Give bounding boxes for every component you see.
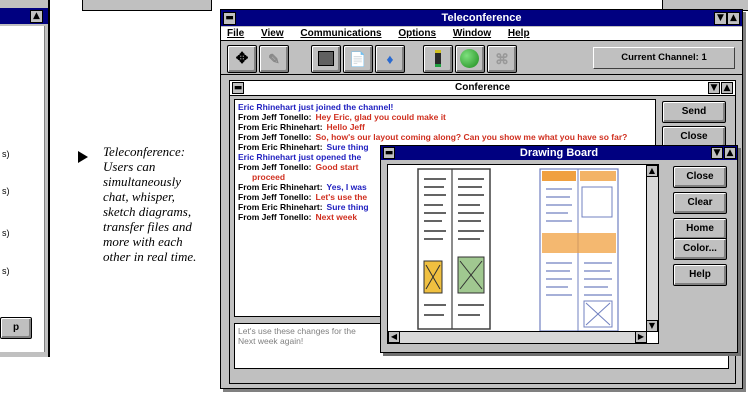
toolbar: ✥ ✎ 📄 ♦ ⌘ Current Channel: 1 — [221, 42, 742, 75]
document-button[interactable]: 📄 — [343, 45, 373, 73]
conference-maximize-icon[interactable]: ▲ — [721, 82, 733, 94]
sketch-drawing — [417, 168, 619, 332]
canvas-scroll-right-icon[interactable]: ▶ — [635, 331, 647, 343]
canvas-vertical-scrollbar[interactable] — [646, 165, 658, 331]
system-menu-icon[interactable]: ▬ — [223, 12, 236, 25]
drawing-board-system-menu-icon[interactable]: ▬ — [383, 147, 395, 159]
menu-options[interactable]: Options — [398, 28, 436, 39]
drawing-board-window: Drawing Board ▬ ▼ ▲ ▲ ▼ ◀ ▶ Close Clear … — [380, 145, 738, 353]
chat-message-text: So, how's our layout coming along? Can y… — [315, 132, 628, 142]
globe-icon — [460, 49, 479, 68]
maximize-icon[interactable]: ▲ — [727, 12, 740, 25]
drawing-help-button[interactable]: Help — [673, 264, 727, 286]
menu-help[interactable]: Help — [508, 28, 530, 39]
chat-message-text: Next week — [315, 212, 358, 222]
current-channel-label: Current Channel: 1 — [621, 52, 707, 63]
teleconference-titlebar[interactable]: Teleconference — [221, 10, 742, 26]
chat-message-text: Good start — [315, 162, 359, 172]
drawing-clear-button[interactable]: Clear — [673, 192, 727, 214]
chat-message-text: proceed — [252, 172, 286, 182]
canvas-horizontal-scrollbar[interactable] — [388, 331, 646, 343]
menu-bar: File View Communications Options Window … — [221, 27, 742, 41]
chat-message: From Jeff Tonello: So, how's our layout c… — [238, 132, 652, 142]
chat-message-sender: From Jeff Tonello: — [238, 132, 312, 142]
left-window-item: s) — [2, 186, 10, 196]
left-window-item: s) — [2, 149, 10, 159]
drawing-board-title: Drawing Board — [519, 147, 599, 159]
chat-message-sender: From Eric Rhinehart: — [238, 142, 323, 152]
chat-message-sender: From Eric Rhinehart: — [238, 202, 323, 212]
conference-minimize-icon[interactable]: ▼ — [708, 82, 720, 94]
canvas-scroll-up-icon[interactable]: ▲ — [646, 165, 658, 177]
drawing-board-titlebar[interactable]: Drawing Board — [381, 146, 737, 160]
left-window-item: s) — [2, 228, 10, 238]
chat-message-sender: From Jeff Tonello: — [238, 212, 312, 222]
left-window: ▲ s) s) s) s) p — [0, 0, 50, 357]
chat-message-text: Sure thing — [326, 202, 369, 212]
canvas-scroll-down-icon[interactable]: ▼ — [646, 320, 658, 332]
menu-view[interactable]: View — [261, 28, 284, 39]
canvas-scroll-left-icon[interactable]: ◀ — [388, 331, 400, 343]
drawing-close-button[interactable]: Close — [673, 166, 727, 188]
move-button[interactable]: ✥ — [227, 45, 257, 73]
conference-system-menu-icon[interactable]: ▬ — [232, 82, 244, 94]
conference-titlebar[interactable]: Conference — [230, 81, 735, 96]
drawing-board-minimize-icon[interactable]: ▼ — [711, 147, 723, 159]
menu-communications[interactable]: Communications — [300, 28, 381, 39]
phone-icon — [435, 50, 441, 67]
left-window-control-icon[interactable]: ▲ — [30, 10, 43, 23]
drawing-canvas[interactable]: ▲ ▼ ◀ ▶ — [387, 164, 659, 344]
current-channel-box: Current Channel: 1 — [593, 47, 735, 69]
drawing-board-button[interactable] — [311, 45, 341, 73]
phone-button[interactable] — [423, 45, 453, 73]
chat-message-text: Hey Eric, glad you could make it — [315, 112, 446, 122]
minimize-icon[interactable]: ▼ — [714, 12, 727, 25]
chat-message-sender: From Jeff Tonello: — [238, 192, 312, 202]
pen-button[interactable]: ✎ — [259, 45, 289, 73]
teleconference-title: Teleconference — [441, 12, 522, 24]
conference-title: Conference — [454, 82, 510, 93]
chat-message-sender: From Eric Rhinehart: — [238, 122, 323, 132]
drawing-home-button[interactable]: Home — [673, 218, 727, 240]
map-button[interactable]: ⌘ — [487, 45, 517, 73]
chat-message-sender: From Jeff Tonello: — [238, 162, 312, 172]
chat-message-text: Yes, I was — [326, 182, 367, 192]
menu-window[interactable]: Window — [453, 28, 491, 39]
chat-message-sender: Eric Rhinehart just joined the channel! — [238, 102, 394, 112]
user-button[interactable]: ♦ — [375, 45, 405, 73]
drawing-board-icon — [318, 51, 334, 66]
chat-message: From Jeff Tonello: Hey Eric, glad you cou… — [238, 112, 652, 122]
globe-button[interactable] — [455, 45, 485, 73]
caption-text: Teleconference: Users can simultaneously… — [103, 144, 197, 264]
chat-message-sender: From Jeff Tonello: — [238, 112, 312, 122]
left-window-button[interactable]: p — [0, 317, 32, 339]
send-button[interactable]: Send — [662, 101, 726, 123]
menu-file[interactable]: File — [227, 28, 244, 39]
chat-message-sender: Eric Rhinehart just opened the — [238, 152, 362, 162]
chat-message: Eric Rhinehart just joined the channel! — [238, 102, 652, 112]
chat-message-sender: From Eric Rhinehart: — [238, 182, 323, 192]
chat-message: From Eric Rhinehart: Hello Jeff — [238, 122, 652, 132]
drawing-board-maximize-icon[interactable]: ▲ — [724, 147, 736, 159]
chat-message-text: Hello Jeff — [326, 122, 365, 132]
background-window-fragment — [82, 0, 212, 11]
chat-message-text: Sure thing — [326, 142, 369, 152]
chat-message-text: Let's use the — [315, 192, 368, 202]
drawing-color-button[interactable]: Color... — [673, 238, 727, 260]
left-window-item: s) — [2, 266, 10, 276]
caption-arrow-icon — [78, 151, 88, 163]
